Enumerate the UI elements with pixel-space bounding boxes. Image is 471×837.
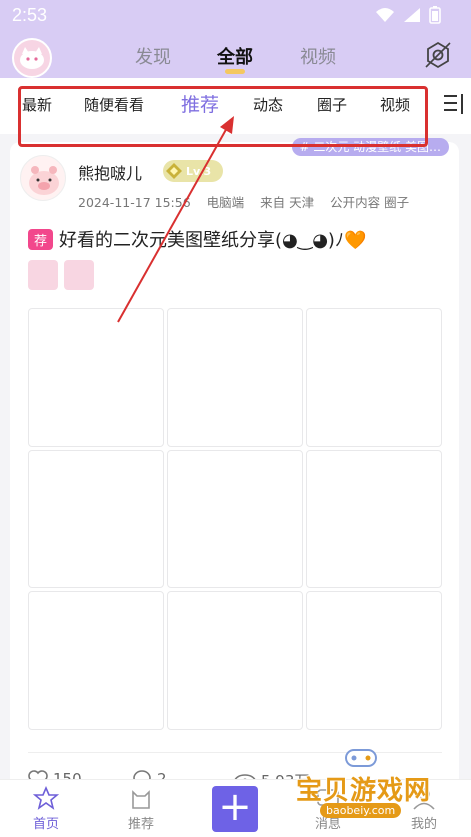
star-home-icon [33, 786, 59, 810]
nav-recommend-label: 推荐 [127, 817, 154, 832]
nav-messages-label: 消息 [314, 817, 341, 832]
create-post-button[interactable]: + [212, 786, 258, 832]
nav-home-label: 首页 [32, 817, 59, 832]
nav-mine-label: 我的 [410, 817, 437, 832]
nav-home[interactable]: 首页 [16, 786, 76, 832]
nav-recommend[interactable]: 推荐 [111, 786, 171, 832]
watermark-title: 宝贝游戏网 [296, 776, 432, 806]
watermark-url: baobeiy.com [320, 803, 402, 818]
watermark: 宝贝游戏网 baobeiy.com [292, 740, 442, 818]
annotation-arrow-icon [117, 116, 234, 323]
gamepad-icon [345, 749, 377, 767]
cat-recommend-icon [132, 790, 150, 809]
